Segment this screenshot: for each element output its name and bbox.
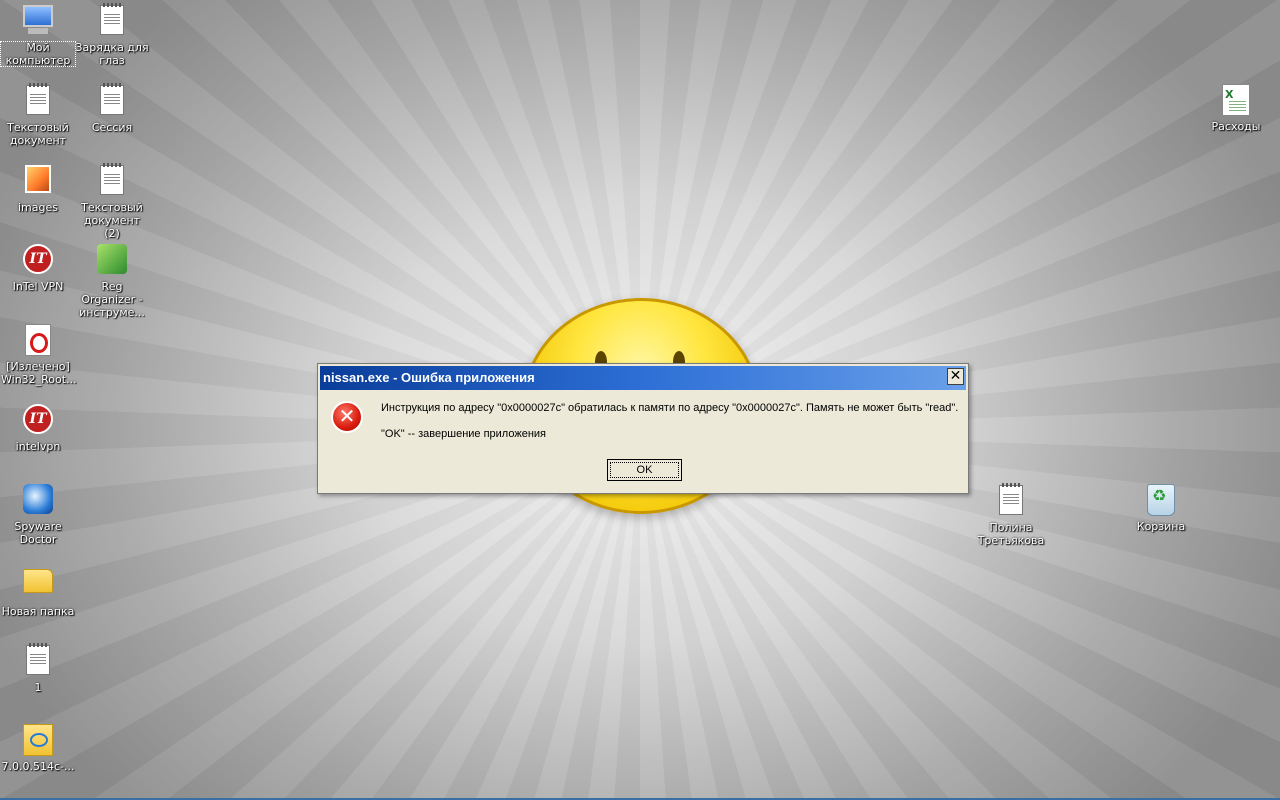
text-document-icon: [96, 3, 128, 37]
desktop-icon-spyware-doctor[interactable]: Spyware Doctor: [0, 483, 76, 546]
desktop-icon-win32-root[interactable]: [Излечено] Win32_Root...: [0, 323, 77, 386]
desktop-icon-label: 7.0.0.514c-...: [1, 760, 75, 773]
desktop-icon-label: Зарядка для глаз: [75, 41, 149, 67]
desktop-icon-my-computer[interactable]: Мой компьютер: [0, 3, 76, 67]
error-message: Инструкция по адресу "0x0000027c" обрати…: [381, 402, 959, 414]
dialog-title: nissan.exe - Ошибка приложения: [323, 370, 535, 385]
desktop-icon-installer[interactable]: 7.0.0.514c-...: [0, 723, 76, 773]
desktop-icon-label: 1: [34, 681, 42, 694]
desktop-icon-1[interactable]: 1: [0, 643, 76, 694]
desktop-icon-label: Корзина: [1136, 520, 1186, 533]
desktop-icon-text-document-2[interactable]: Текстовый документ (2): [74, 163, 150, 240]
folder-icon: [22, 569, 54, 601]
desktop-icon-images[interactable]: images: [0, 163, 76, 214]
text-document-icon: [22, 83, 54, 117]
desktop-icon-label: Текстовый документ (2): [81, 201, 143, 240]
text-document-icon: [96, 163, 128, 197]
close-icon: ✕: [949, 368, 962, 384]
desktop-icon-recycle-bin[interactable]: Корзина: [1123, 483, 1199, 533]
opera-document-icon: [22, 324, 54, 356]
desktop-icon-label: Новая папка: [1, 605, 75, 618]
error-dialog: nissan.exe - Ошибка приложения ✕ ✕ Инстр…: [317, 363, 969, 494]
desktop-icon-session[interactable]: Сессия: [74, 83, 150, 134]
desktop-icon-eye-exercise[interactable]: Зарядка для глаз: [74, 3, 150, 67]
intel-vpn-icon: IT: [22, 404, 54, 436]
error-hint: "OK" -- завершение приложения: [381, 428, 546, 440]
desktop-icon-text-document[interactable]: Текстовый документ: [0, 83, 76, 147]
error-icon: ✕: [331, 401, 363, 433]
spyware-doctor-icon: [22, 484, 54, 516]
desktop-icon-label: Полина Третьякова: [977, 521, 1045, 547]
desktop-icon-new-folder[interactable]: Новая папка: [0, 563, 76, 618]
ok-button[interactable]: OK: [607, 459, 682, 481]
desktop-icon-label: Reg Organizer - инструме...: [79, 280, 145, 319]
my-computer-icon: [22, 5, 54, 37]
desktop-icon-label: Текстовый документ: [7, 121, 69, 147]
desktop-icon-label: Расходы: [1211, 120, 1261, 133]
ok-button-label: OK: [610, 462, 679, 478]
desktop-icon-label: Сессия: [91, 121, 133, 134]
image-icon: [22, 165, 54, 197]
desktop-icon-label: InTel VPN: [12, 280, 64, 293]
dialog-titlebar[interactable]: nissan.exe - Ошибка приложения ✕: [320, 366, 966, 390]
desktop-icon-label: intelvpn: [15, 440, 61, 453]
text-document-icon: [995, 483, 1027, 517]
intel-vpn-icon: IT: [22, 244, 54, 276]
desktop-icon-polina[interactable]: Полина Третьякова: [973, 483, 1049, 547]
desktop-icon-intelvpn[interactable]: IT intelvpn: [0, 403, 76, 453]
desktop-icon-label: [Излечено] Win32_Root...: [1, 360, 77, 386]
close-button[interactable]: ✕: [947, 368, 964, 385]
desktop-icon-reg-organizer[interactable]: Reg Organizer - инструме...: [74, 243, 150, 319]
desktop-icon-label: images: [18, 201, 58, 214]
installer-folder-icon: [22, 724, 54, 756]
text-document-icon: [96, 83, 128, 117]
excel-document-icon: [1220, 84, 1252, 116]
desktop-icon-expenses[interactable]: Расходы: [1198, 83, 1274, 133]
text-document-icon: [22, 643, 54, 677]
desktop-icon-label: Мой компьютер: [0, 41, 76, 67]
recycle-bin-icon: [1145, 484, 1177, 516]
reg-organizer-icon: [96, 244, 128, 276]
desktop-icon-label: Spyware Doctor: [14, 520, 62, 546]
desktop-icon-intel-vpn[interactable]: IT InTel VPN: [0, 243, 76, 293]
